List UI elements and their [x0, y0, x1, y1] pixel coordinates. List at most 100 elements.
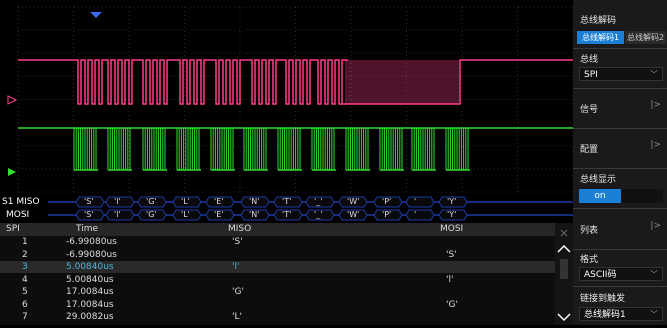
table-row[interactable]: 3 5.00840us 'l'	[0, 261, 555, 273]
decode-value: 'W'	[347, 197, 360, 206]
link-value: 总线解码1	[584, 310, 626, 320]
table-header: SPI Time MISO MOSI	[0, 223, 555, 236]
scroll-down-icon	[557, 313, 571, 322]
format-label: 格式	[580, 255, 599, 265]
close-icon[interactable]	[560, 229, 568, 237]
link-label: 链接到触发	[580, 294, 626, 304]
config-section[interactable]: 配置 |>	[573, 128, 667, 169]
table-cell: 2	[22, 249, 28, 260]
table-cell: -6.99080us	[66, 237, 117, 247]
format-select[interactable]: ASCII码 ﹀	[579, 267, 663, 281]
table-row[interactable]: 2 -6.99080us 'S'	[0, 249, 555, 261]
decode-value: '	[414, 197, 417, 206]
decode-value: 'L'	[181, 197, 190, 206]
display-label: 总线显示	[580, 175, 617, 185]
bus-prefix: S1	[2, 197, 14, 207]
list-section[interactable]: 列表 |>	[573, 208, 667, 250]
decode-value: 'N'	[249, 197, 260, 206]
decode-value: 'l'	[114, 197, 121, 206]
bus-select[interactable]: SPI ﹀	[579, 67, 663, 81]
bus-packet	[405, 196, 435, 208]
panel-title: 总线解码	[580, 16, 617, 26]
decode-value: 'T'	[282, 210, 292, 219]
decode-row-miso: S1 MISO 'S' 'l' 'G' 'L' 'E' 'N' 'T' '_' 'W' 'P' ' '…	[0, 195, 573, 209]
decode-value: 'G'	[146, 197, 157, 206]
decode-value: 'L'	[181, 210, 190, 219]
table-cell: 29.0082us	[66, 312, 114, 322]
table-cell: 5	[22, 287, 28, 297]
table-row[interactable]: 4 5.00840us 'l'	[0, 274, 555, 286]
table-cell: 4	[22, 274, 28, 285]
table-cell: 'l'	[232, 262, 240, 272]
decode-value: 'l'	[114, 210, 121, 219]
table-row[interactable]: 5 17.0084us 'G'	[0, 286, 555, 298]
decode-value: 'E'	[214, 210, 224, 219]
signal-section[interactable]: 信号 |>	[573, 88, 667, 129]
table-scrollbar[interactable]	[555, 223, 573, 325]
table-row[interactable]: 6 17.0084us 'G'	[0, 299, 555, 311]
bus-decode-section: 总线解码 总线解码1 总线解码2	[573, 0, 667, 49]
table-row[interactable]: 7 29.0082us 'L'	[0, 311, 555, 323]
decode-value: 'W'	[347, 210, 360, 219]
submenu-arrow-icon: |>	[650, 100, 661, 110]
table-cell: 5.00840us	[66, 262, 114, 272]
link-select[interactable]: 总线解码1 ﹀	[579, 307, 663, 321]
decode-value: '	[414, 210, 417, 219]
triangle-down-icon	[90, 12, 102, 18]
bus-packet	[405, 209, 435, 221]
decode-value: 'S'	[84, 197, 94, 206]
decode-row-mosi: MOSI 'S' 'l' 'G' 'L' 'E' 'N' 'T' '_' 'W' 'P' ' 'Y'	[0, 208, 573, 222]
col-time: Time	[76, 224, 99, 234]
table-cell: 5.00840us	[66, 274, 114, 285]
decode-value: 'T'	[282, 197, 292, 206]
bus-display-toggle[interactable]: on	[579, 189, 663, 203]
format-section[interactable]: 格式 ASCII码 ﹀	[573, 248, 667, 287]
bus-label: 总线	[580, 55, 599, 65]
config-label: 配置	[580, 145, 599, 155]
decode-value: 'E'	[214, 197, 224, 206]
table-row[interactable]: 1 -6.99080us 'S'	[0, 236, 555, 248]
bus-section[interactable]: 总线 SPI ﹀	[573, 48, 667, 89]
table-cell: 17.0084us	[66, 287, 114, 297]
decode-value: '_'	[314, 197, 323, 206]
decode-value: 'G'	[146, 210, 157, 219]
list-label: 列表	[580, 226, 599, 236]
col-mosi: MOSI	[440, 224, 464, 234]
table-cell: 'G'	[446, 299, 458, 310]
ch1-level-marker-icon	[7, 95, 18, 105]
waveform-display[interactable]	[0, 0, 573, 195]
table-cell: 'S'	[232, 237, 243, 247]
tab-bus-decode-1[interactable]: 总线解码1	[577, 31, 624, 44]
decode-menu-panel: 总线解码 总线解码1 总线解码2 总线 SPI ﹀ 信号 |> 配置 |> 总线…	[573, 0, 667, 325]
chevron-down-icon: ﹀	[650, 270, 658, 279]
decode-value: 'Y'	[447, 197, 457, 206]
tab-bus-decode-2[interactable]: 总线解码2	[625, 31, 666, 44]
table-cell: 17.0084us	[66, 299, 114, 310]
link-trigger-section[interactable]: 链接到触发 总线解码1 ﹀	[573, 286, 667, 325]
decode-value: '_'	[314, 210, 323, 219]
decode-value: 'Y'	[447, 210, 457, 219]
table-cell: 1	[22, 237, 28, 247]
bus-value: SPI	[584, 70, 598, 80]
scroll-thumb	[560, 259, 568, 279]
submenu-arrow-icon: |>	[650, 140, 661, 150]
scroll-controls	[557, 229, 571, 322]
toggle-on: on	[579, 189, 621, 203]
decode-value: 'N'	[249, 210, 260, 219]
submenu-arrow-icon: |>	[650, 221, 661, 231]
mosi-label: MOSI	[6, 210, 30, 220]
waveform-canvas	[7, 6, 573, 193]
miso-label: S1 MISO	[2, 195, 40, 209]
table-cell: 6	[22, 299, 28, 310]
chevron-down-icon: ﹀	[650, 310, 658, 319]
col-miso: MISO	[228, 224, 252, 234]
scroll-up-icon	[557, 244, 571, 253]
table-cell: 7	[22, 312, 28, 322]
ch1-waveform	[18, 59, 573, 105]
decode-value: 'S'	[84, 210, 94, 219]
decode-value: 'P'	[382, 197, 392, 206]
signal-label: 信号	[580, 105, 599, 115]
table-cell: 'L'	[232, 312, 242, 322]
table-cell: -6.99080us	[66, 249, 117, 260]
format-value: ASCII码	[584, 270, 617, 280]
